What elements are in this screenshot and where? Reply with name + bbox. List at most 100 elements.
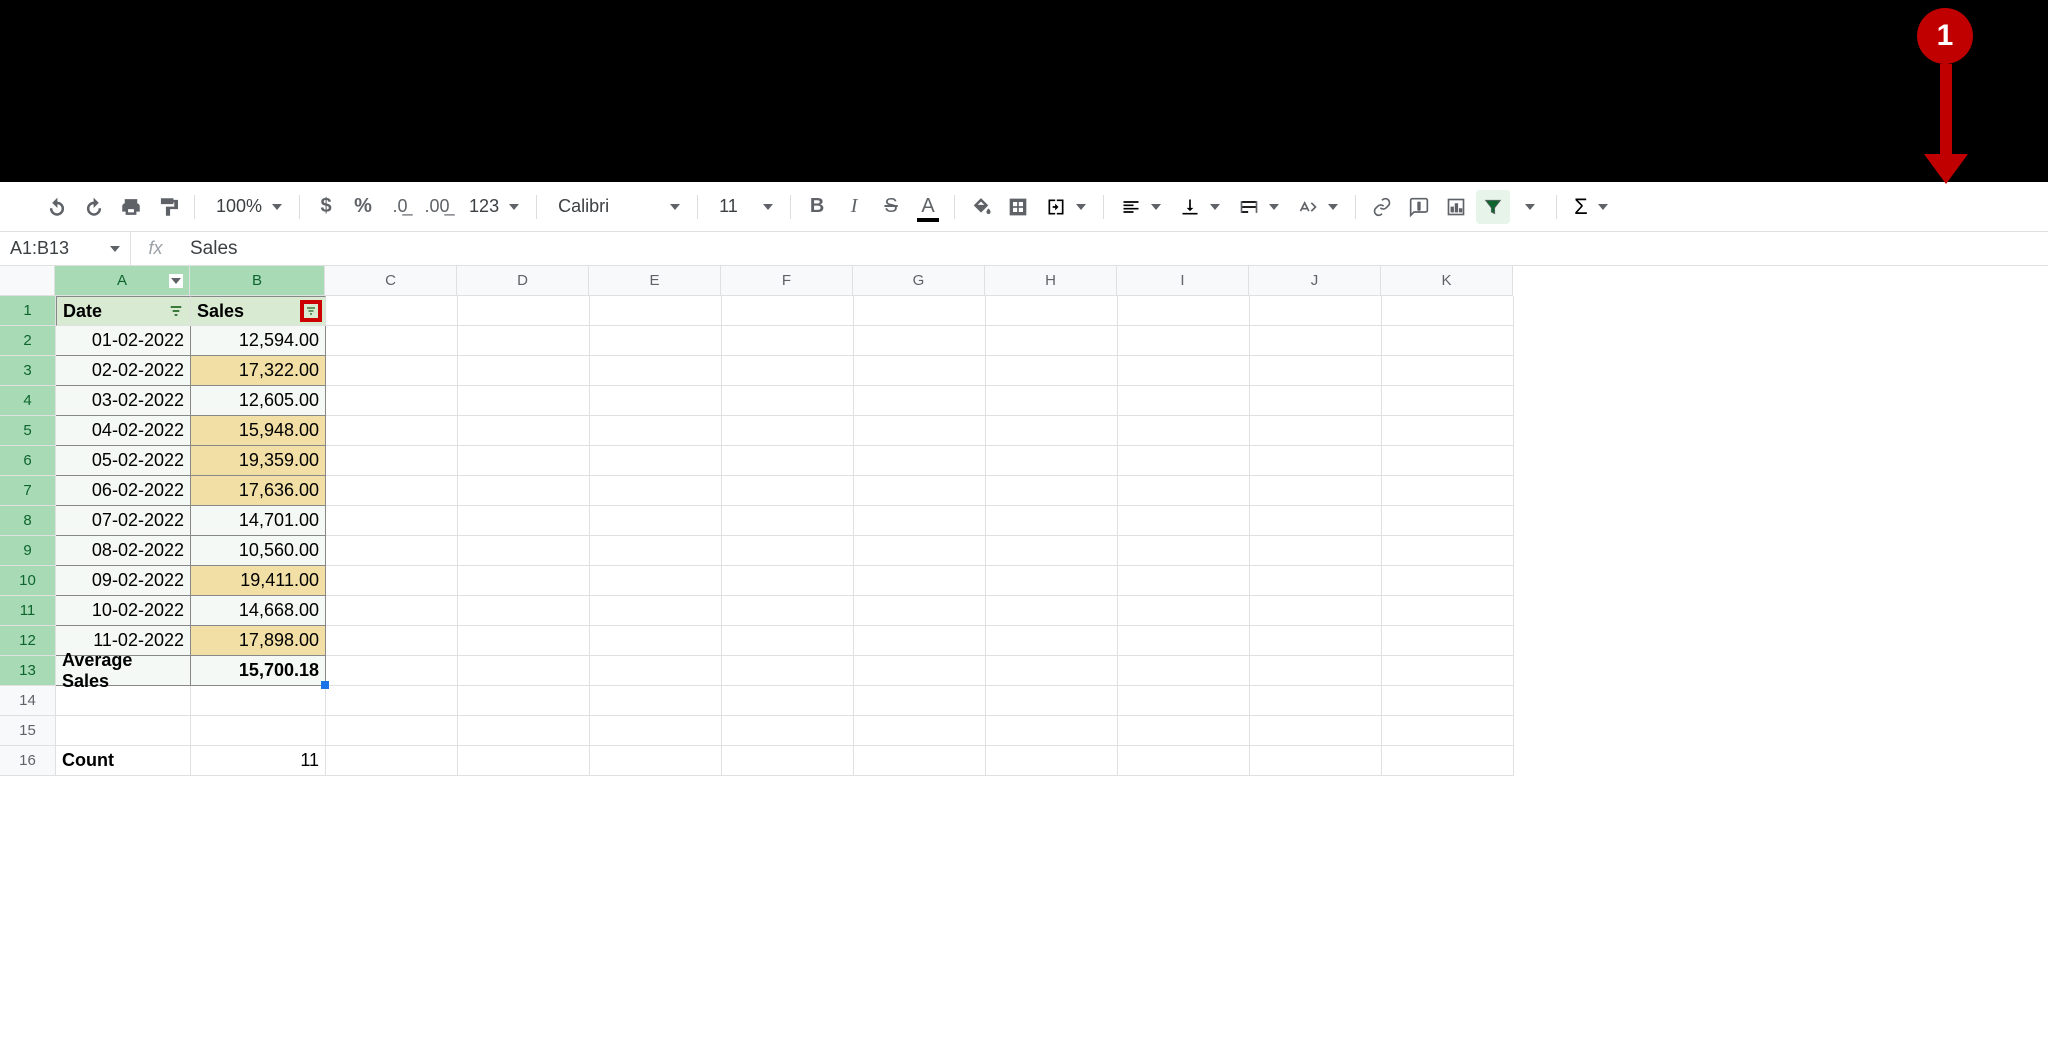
cell-K7[interactable] <box>1382 476 1514 506</box>
cell-J4[interactable] <box>1250 386 1382 416</box>
cell-J12[interactable] <box>1250 626 1382 656</box>
cell-G5[interactable] <box>854 416 986 446</box>
cell-K14[interactable] <box>1382 686 1514 716</box>
cell-J5[interactable] <box>1250 416 1382 446</box>
cell-K6[interactable] <box>1382 446 1514 476</box>
cell-C7[interactable] <box>326 476 458 506</box>
row-header-11[interactable]: 11 <box>0 596 55 626</box>
cell-J16[interactable] <box>1250 746 1382 776</box>
cell-A4[interactable]: 03-02-2022 <box>56 386 191 416</box>
cell-K2[interactable] <box>1382 326 1514 356</box>
cell-K5[interactable] <box>1382 416 1514 446</box>
cell-K3[interactable] <box>1382 356 1514 386</box>
row-header-14[interactable]: 14 <box>0 686 55 716</box>
cell-F5[interactable] <box>722 416 854 446</box>
percent-button[interactable]: % <box>346 190 380 224</box>
cell-F6[interactable] <box>722 446 854 476</box>
cell-F2[interactable] <box>722 326 854 356</box>
cell-E11[interactable] <box>590 596 722 626</box>
cell-I15[interactable] <box>1118 716 1250 746</box>
cell-K16[interactable] <box>1382 746 1514 776</box>
cell-F9[interactable] <box>722 536 854 566</box>
cell-E9[interactable] <box>590 536 722 566</box>
cell-D2[interactable] <box>458 326 590 356</box>
cell-I16[interactable] <box>1118 746 1250 776</box>
row-header-13[interactable]: 13 <box>0 656 55 686</box>
cell-A16[interactable]: Count <box>56 746 191 776</box>
cell-A7[interactable]: 06-02-2022 <box>56 476 191 506</box>
filter-icon[interactable] <box>165 300 187 322</box>
cell-C13[interactable] <box>326 656 458 686</box>
cell-I2[interactable] <box>1118 326 1250 356</box>
cell-G14[interactable] <box>854 686 986 716</box>
cell-C8[interactable] <box>326 506 458 536</box>
cell-H13[interactable] <box>986 656 1118 686</box>
insert-chart-button[interactable] <box>1439 190 1473 224</box>
cell-C11[interactable] <box>326 596 458 626</box>
cell-D15[interactable] <box>458 716 590 746</box>
cell-G11[interactable] <box>854 596 986 626</box>
cell-I10[interactable] <box>1118 566 1250 596</box>
cell-E4[interactable] <box>590 386 722 416</box>
row-header-6[interactable]: 6 <box>0 446 55 476</box>
col-header-B[interactable]: B <box>190 266 325 296</box>
functions-button[interactable]: Σ <box>1566 190 1616 224</box>
row-header-10[interactable]: 10 <box>0 566 55 596</box>
cell-H2[interactable] <box>986 326 1118 356</box>
cell-E5[interactable] <box>590 416 722 446</box>
cell-J6[interactable] <box>1250 446 1382 476</box>
cell-G13[interactable] <box>854 656 986 686</box>
cell-K11[interactable] <box>1382 596 1514 626</box>
strikethrough-button[interactable]: S <box>874 190 908 224</box>
cell-H15[interactable] <box>986 716 1118 746</box>
cell-I3[interactable] <box>1118 356 1250 386</box>
cell-J13[interactable] <box>1250 656 1382 686</box>
cell-K4[interactable] <box>1382 386 1514 416</box>
text-color-button[interactable]: A <box>911 190 945 224</box>
cell-G12[interactable] <box>854 626 986 656</box>
cell-J10[interactable] <box>1250 566 1382 596</box>
cell-B6[interactable]: 19,359.00 <box>191 446 326 476</box>
zoom-dropdown[interactable]: 100% <box>204 190 290 224</box>
cell-B2[interactable]: 12,594.00 <box>191 326 326 356</box>
cell-I8[interactable] <box>1118 506 1250 536</box>
cell-G9[interactable] <box>854 536 986 566</box>
cell-H8[interactable] <box>986 506 1118 536</box>
cell-F4[interactable] <box>722 386 854 416</box>
cell-H5[interactable] <box>986 416 1118 446</box>
cell-F14[interactable] <box>722 686 854 716</box>
row-header-15[interactable]: 15 <box>0 716 55 746</box>
cell-F7[interactable] <box>722 476 854 506</box>
cell-A3[interactable]: 02-02-2022 <box>56 356 191 386</box>
cell-G4[interactable] <box>854 386 986 416</box>
cell-B10[interactable]: 19,411.00 <box>191 566 326 596</box>
cell-C9[interactable] <box>326 536 458 566</box>
cell-A13[interactable]: Average Sales <box>56 656 191 686</box>
cell-I6[interactable] <box>1118 446 1250 476</box>
row-header-2[interactable]: 2 <box>0 326 55 356</box>
col-header-D[interactable]: D <box>457 266 589 296</box>
row-header-5[interactable]: 5 <box>0 416 55 446</box>
cell-G10[interactable] <box>854 566 986 596</box>
cell-K1[interactable] <box>1382 296 1514 326</box>
cell-E12[interactable] <box>590 626 722 656</box>
cell-H14[interactable] <box>986 686 1118 716</box>
text-rotation-button[interactable] <box>1290 190 1346 224</box>
cell-A9[interactable]: 08-02-2022 <box>56 536 191 566</box>
cell-D6[interactable] <box>458 446 590 476</box>
cell-C4[interactable] <box>326 386 458 416</box>
format-menu-button[interactable]: 123 <box>457 190 527 224</box>
cell-F12[interactable] <box>722 626 854 656</box>
currency-button[interactable]: $ <box>309 190 343 224</box>
cell-D10[interactable] <box>458 566 590 596</box>
cell-K8[interactable] <box>1382 506 1514 536</box>
row-header-12[interactable]: 12 <box>0 626 55 656</box>
col-header-E[interactable]: E <box>589 266 721 296</box>
borders-button[interactable] <box>1001 190 1035 224</box>
cell-E6[interactable] <box>590 446 722 476</box>
cell-E2[interactable] <box>590 326 722 356</box>
cell-D12[interactable] <box>458 626 590 656</box>
cell-H6[interactable] <box>986 446 1118 476</box>
cell-F1[interactable] <box>722 296 854 326</box>
decrease-decimal-button[interactable]: .0̲ <box>383 190 417 224</box>
